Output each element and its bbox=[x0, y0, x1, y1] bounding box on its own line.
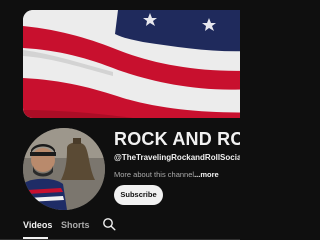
channel-banner bbox=[23, 10, 240, 118]
channel-description[interactable]: More about this channel...more bbox=[114, 169, 240, 181]
subscribe-button[interactable]: Subscribe bbox=[114, 185, 163, 205]
channel-handle[interactable]: @TheTravelingRockandRollSocialS bbox=[114, 153, 240, 162]
about-text: More about this channel bbox=[114, 170, 195, 179]
search-icon[interactable] bbox=[102, 217, 116, 231]
channel-avatar[interactable] bbox=[23, 128, 105, 210]
tab-shorts[interactable]: Shorts bbox=[61, 219, 90, 231]
channel-title: ROCK AND ROLL bbox=[114, 129, 240, 149]
channel-meta: @TheTravelingRockandRollSocialS · 48 bbox=[114, 152, 240, 164]
channel-page: ROCK AND ROLL @TheTravelingRockandRollSo… bbox=[0, 0, 240, 240]
avatar-photo bbox=[23, 128, 105, 210]
more-link[interactable]: ...more bbox=[194, 170, 219, 179]
active-tab-indicator bbox=[23, 237, 48, 239]
channel-tabs: Videos Shorts bbox=[0, 212, 240, 240]
tab-videos[interactable]: Videos bbox=[23, 219, 52, 231]
flag-banner-image bbox=[23, 10, 240, 118]
